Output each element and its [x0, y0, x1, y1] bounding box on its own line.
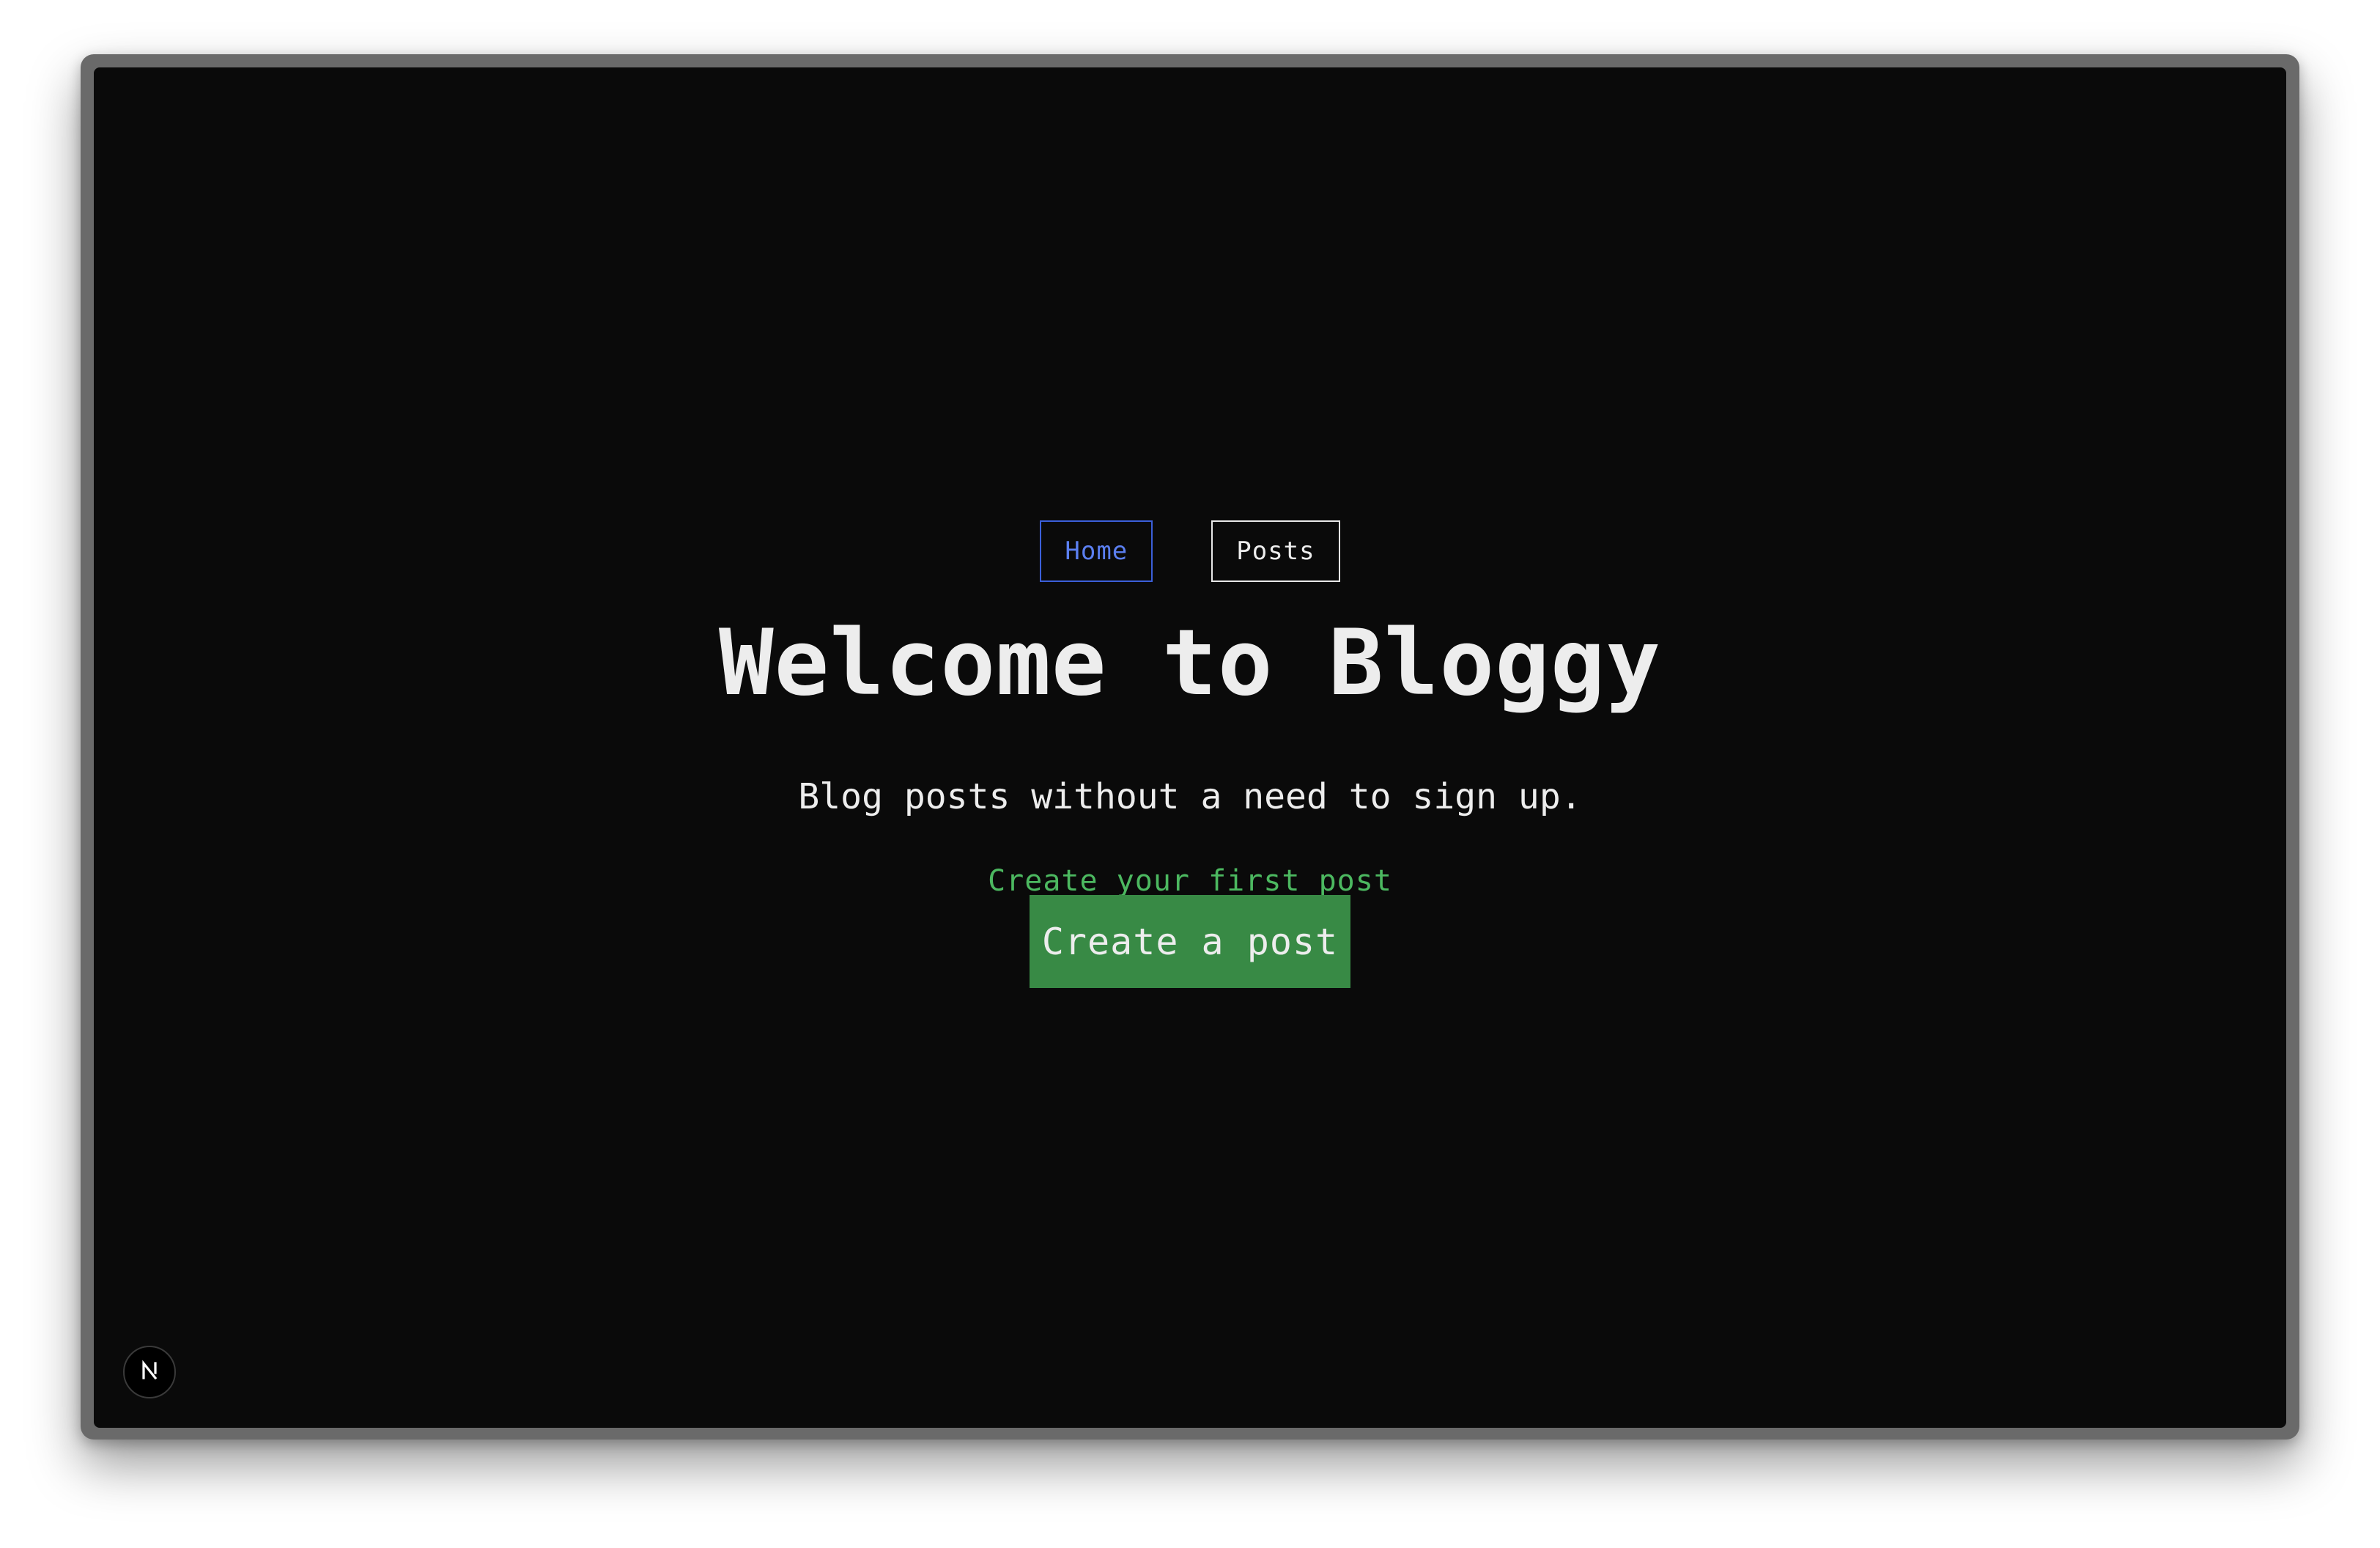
- nextjs-logo-icon: [137, 1358, 162, 1386]
- page-title: Welcome to Bloggy: [718, 611, 1662, 716]
- screenshot-stage: Home Posts Welcome to Bloggy Blog posts …: [0, 0, 2380, 1548]
- nav-link-home[interactable]: Home: [1040, 520, 1153, 582]
- page-viewport: Home Posts Welcome to Bloggy Blog posts …: [94, 67, 2286, 1428]
- page-content: Home Posts Welcome to Bloggy Blog posts …: [94, 67, 2286, 1428]
- nav-link-posts[interactable]: Posts: [1211, 520, 1340, 582]
- nextjs-dev-indicator[interactable]: [123, 1346, 176, 1398]
- main-nav: Home Posts: [94, 520, 2286, 582]
- page-subtitle: Blog posts without a need to sign up.: [798, 776, 1582, 817]
- create-post-button[interactable]: Create a post: [1030, 895, 1350, 988]
